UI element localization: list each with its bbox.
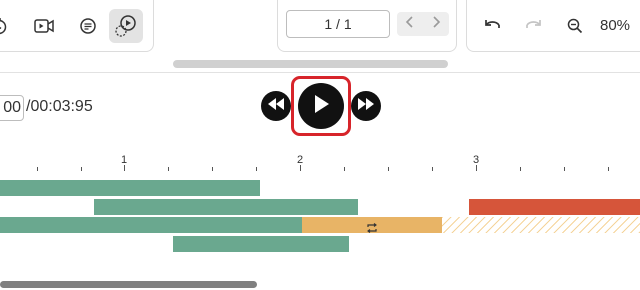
ruler-tick [564,167,565,171]
play-button[interactable] [298,83,344,129]
play-icon [312,94,330,119]
timeline-clip-looped[interactable] [302,217,442,233]
caption-button[interactable] [71,9,105,43]
timeline-clip-extension [442,217,640,233]
ruler-tick [432,167,433,171]
page-nav-group [397,12,449,36]
play-mode-icon [113,13,139,39]
timeline-clip[interactable] [0,180,260,196]
video-button[interactable] [27,9,61,43]
rewind-button[interactable] [261,91,291,121]
ruler-tick [212,167,213,171]
timeline-scrollbar[interactable] [0,281,257,288]
timeline-clip[interactable] [0,217,302,233]
timer-button[interactable] [0,9,16,43]
page-indicator[interactable]: 1 / 1 [286,10,390,38]
undo-button[interactable] [476,9,510,43]
ruler-label: 3 [473,154,480,166]
timeline-clip[interactable] [469,199,640,215]
chevron-left-icon [404,15,416,34]
redo-icon [522,16,544,36]
toolbar-divider [0,72,640,73]
ruler-tick [344,167,345,171]
redo-button[interactable] [516,9,550,43]
timeline-ruler[interactable]: 1 2 3 [0,150,640,174]
zoom-out-button[interactable] [558,9,592,43]
loop-icon [366,220,378,238]
caption-icon [78,16,98,36]
ruler-label: 1 [121,154,128,166]
ruler-tick [520,167,521,171]
fast-forward-button[interactable] [351,91,381,121]
ruler-tick [168,167,169,171]
ruler-label: 2 [297,154,304,166]
zoom-out-icon [566,17,584,35]
total-duration: /00:03:95 [26,98,93,115]
ruler-tick [256,167,257,171]
play-mode-button[interactable] [109,9,143,43]
timeline-clip[interactable] [173,236,349,252]
timer-icon [0,16,9,36]
undo-icon [482,16,504,36]
page-navigation: 1 / 1 [277,0,457,52]
chevron-right-icon [430,15,442,34]
next-page-button[interactable] [423,12,449,36]
rewind-icon [267,97,285,116]
zoom-level[interactable]: 80% [600,17,630,34]
timeline-clip[interactable] [94,199,358,215]
prev-page-button[interactable] [397,12,423,36]
ruler-tick [81,167,82,171]
ruler-tick [37,167,38,171]
toolbar: 1 / 1 80% [0,0,640,72]
fast-forward-icon [357,97,375,116]
ruler-tick [608,167,609,171]
edit-zoom-group: 80% [466,0,640,52]
toolbar-scrollbar[interactable] [173,60,448,68]
ruler-tick [388,167,389,171]
video-icon [33,16,55,36]
tool-group-left [0,0,154,52]
current-time-field[interactable]: 00 [0,95,24,121]
